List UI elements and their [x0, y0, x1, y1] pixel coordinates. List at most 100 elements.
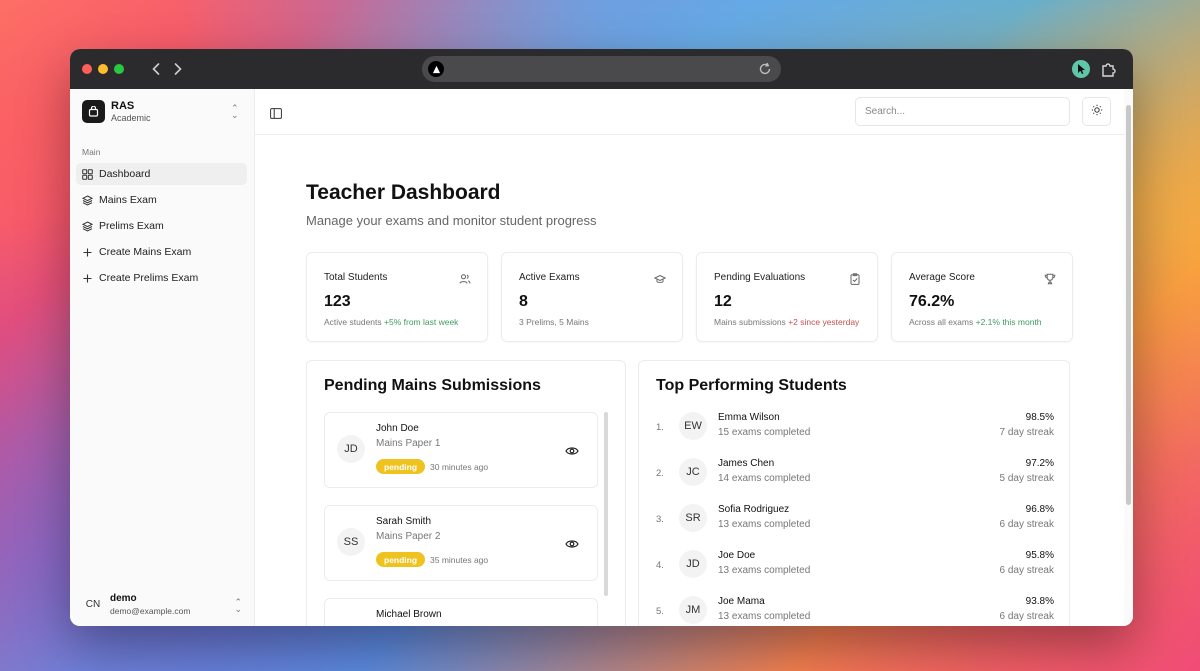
list-item[interactable]: 2. JC James Chen 14 exams completed 97.2… [656, 458, 1054, 504]
score: 96.8% [1025, 504, 1054, 515]
search-input[interactable] [855, 97, 1070, 126]
list-item[interactable]: 4. JD Joe Doe 13 exams completed 95.8% 6… [656, 550, 1054, 596]
avatar: JD [679, 550, 707, 578]
student-name: John Doe [376, 423, 419, 434]
user-email: demo@example.com [110, 606, 191, 616]
stat-note: Across all exams +2.1% this month [909, 317, 1042, 327]
sidebar-item-prelims-exam[interactable]: Prelims Exam [76, 215, 247, 237]
reload-icon[interactable] [757, 61, 773, 77]
stat-value: 123 [324, 293, 351, 310]
submission-card[interactable]: SS Sarah Smith Mains Paper 2 pending 35 … [324, 505, 598, 581]
sidebar: RAS Academic ⌃ ⌄ Main Dashboard Mains Ex… [70, 89, 255, 626]
stat-card-average-score: Average Score 76.2% Across all exams +2.… [891, 252, 1073, 342]
student-name: Michael Brown [376, 609, 442, 620]
user-name: demo [110, 593, 137, 604]
topbar [255, 89, 1133, 135]
panel-title: Pending Mains Submissions [324, 377, 541, 394]
rank: 5. [656, 606, 664, 617]
sun-icon [1091, 103, 1103, 121]
submission-card[interactable]: Michael Brown [324, 598, 598, 626]
stat-note-text: Mains submissions [714, 317, 786, 327]
plus-icon [82, 247, 93, 258]
extension-cursor-icon[interactable] [1072, 60, 1090, 78]
exams-completed: 15 exams completed [718, 427, 811, 438]
sidebar-item-mains-exam[interactable]: Mains Exam [76, 189, 247, 211]
avatar: SS [337, 528, 365, 556]
stat-label: Active Exams [519, 272, 580, 283]
chevron-up-down-icon[interactable]: ⌃ ⌄ [234, 598, 242, 614]
exams-completed: 13 exams completed [718, 611, 811, 622]
sidebar-item-create-prelims-exam[interactable]: Create Prelims Exam [76, 267, 247, 289]
pending-submissions-panel: Pending Mains Submissions JD John Doe Ma… [306, 360, 626, 626]
brand-logo-icon [82, 100, 105, 123]
student-name: Sarah Smith [376, 516, 432, 527]
graduation-cap-icon [653, 272, 667, 284]
stat-change: +5% from last week [384, 317, 459, 327]
score: 95.8% [1025, 550, 1054, 561]
sidebar-nav: Dashboard Mains Exam Prelims Exam Create… [76, 163, 247, 293]
stat-note: Mains submissions +2 since yesterday [714, 317, 859, 327]
student-name: Joe Doe [718, 550, 756, 561]
submission-list[interactable]: JD John Doe Mains Paper 1 pending 30 min… [324, 412, 598, 626]
trophy-icon [1044, 272, 1056, 285]
brand-switcher[interactable]: RAS Academic [82, 100, 151, 123]
panel-scrollbar-thumb[interactable] [604, 412, 608, 596]
stat-note-text: 3 Prelims, 5 Mains [519, 317, 589, 327]
close-window-button[interactable] [82, 64, 92, 74]
browser-titlebar [70, 49, 1133, 89]
layers-icon [82, 194, 93, 206]
submission-time: 35 minutes ago [430, 555, 489, 565]
avatar: JM [679, 596, 707, 624]
stat-label: Average Score [909, 272, 975, 283]
avatar: JC [679, 458, 707, 486]
page-title: Teacher Dashboard [306, 181, 501, 204]
back-arrow-icon[interactable] [148, 60, 164, 78]
page-scrollbar-thumb[interactable] [1126, 105, 1131, 505]
forward-arrow-icon[interactable] [170, 60, 186, 78]
page-subtitle: Manage your exams and monitor student pr… [306, 213, 597, 228]
sidebar-toggle-icon[interactable] [270, 106, 282, 119]
stats-row: Total Students 123 Active students +5% f… [306, 252, 1073, 342]
stat-note-text: Across all exams [909, 317, 974, 327]
theme-toggle-button[interactable] [1082, 97, 1111, 126]
window-controls [82, 64, 124, 74]
minimize-window-button[interactable] [98, 64, 108, 74]
streak: 6 day streak [999, 519, 1054, 530]
extensions-puzzle-icon[interactable] [1100, 60, 1118, 78]
list-item[interactable]: 3. SR Sofia Rodriguez 13 exams completed… [656, 504, 1054, 550]
sidebar-item-label: Create Mains Exam [99, 246, 192, 258]
sidebar-item-create-mains-exam[interactable]: Create Mains Exam [76, 241, 247, 263]
exams-completed: 13 exams completed [718, 565, 811, 576]
list-item[interactable]: 5. JM Joe Mama 13 exams completed 93.8% … [656, 596, 1054, 626]
rank: 4. [656, 560, 664, 571]
score: 93.8% [1025, 596, 1054, 607]
address-bar[interactable] [422, 56, 781, 82]
brand-subtitle: Academic [111, 113, 151, 123]
rank: 2. [656, 468, 664, 479]
user-menu[interactable]: CN demo demo@example.com ⌃ ⌄ [82, 593, 242, 616]
top-students-list: 1. EW Emma Wilson 15 exams completed 98.… [656, 412, 1054, 626]
maximize-window-button[interactable] [114, 64, 124, 74]
chevron-up-down-icon[interactable]: ⌃ ⌄ [231, 104, 239, 120]
sidebar-item-label: Create Prelims Exam [99, 272, 199, 284]
rank: 1. [656, 422, 664, 433]
stat-card-total-students: Total Students 123 Active students +5% f… [306, 252, 488, 342]
stat-value: 76.2% [909, 293, 955, 310]
page-scrollbar[interactable] [1124, 89, 1133, 626]
stat-note: 3 Prelims, 5 Mains [519, 317, 589, 327]
sidebar-item-label: Prelims Exam [99, 220, 164, 232]
streak: 7 day streak [999, 427, 1054, 438]
student-name: Joe Mama [718, 596, 765, 607]
list-item[interactable]: 1. EW Emma Wilson 15 exams completed 98.… [656, 412, 1054, 458]
users-icon [459, 272, 471, 284]
sidebar-item-dashboard[interactable]: Dashboard [76, 163, 247, 185]
streak: 6 day streak [999, 611, 1054, 622]
eye-icon[interactable] [565, 537, 579, 549]
browser-window: RAS Academic ⌃ ⌄ Main Dashboard Mains Ex… [70, 49, 1133, 626]
submission-card[interactable]: JD John Doe Mains Paper 1 pending 30 min… [324, 412, 598, 488]
paper-name: Mains Paper 2 [376, 531, 441, 542]
sidebar-item-label: Dashboard [99, 168, 151, 180]
stat-value: 8 [519, 293, 528, 310]
stat-note: Active students +5% from last week [324, 317, 458, 327]
eye-icon[interactable] [565, 444, 579, 456]
